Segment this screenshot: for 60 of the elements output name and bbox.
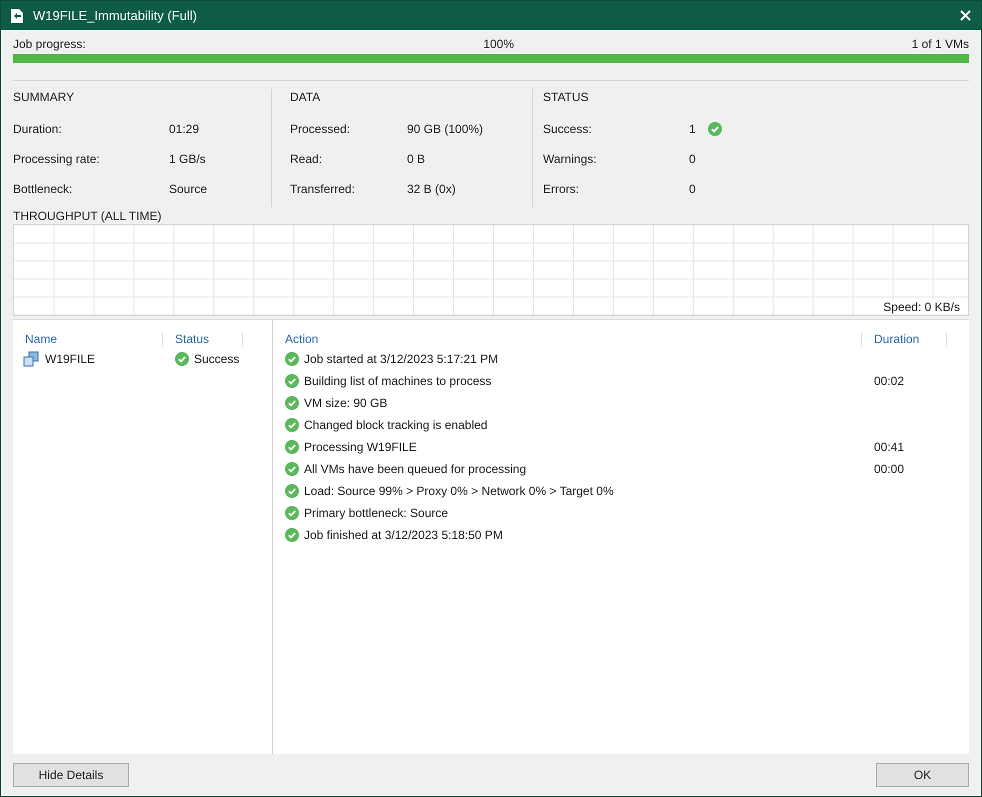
progress-label: Job progress: [13,37,86,51]
success-icon [285,396,299,410]
column-header[interactable]: Duration [862,332,947,346]
job-icon [9,8,25,24]
success-icon [285,528,299,542]
action-duration: 00:00 [874,462,904,476]
stat-label: Duration: [13,122,63,136]
success-icon [708,122,722,136]
action-text: Primary bottleneck: Source [304,506,448,520]
stat-label: Processed: [290,122,352,136]
stat-label: Bottleneck: [13,182,74,196]
stat-label: Read: [290,152,324,166]
action-text: All VMs have been queued for processing [304,462,526,476]
ok-button[interactable]: OK [876,763,969,787]
success-icon [285,418,299,432]
action-text: Job finished at 3/12/2023 5:18:50 PM [304,528,503,542]
success-icon [285,462,299,476]
stat-value: 90 GB (100%) [407,122,484,136]
vm-status: Success [194,352,240,366]
action-text: Job started at 3/12/2023 5:17:21 PM [304,352,498,366]
stat-value: Source [169,182,208,196]
success-icon [175,352,189,366]
action-text: Load: Source 99% > Proxy 0% > Network 0% > Target 0% [304,484,614,498]
stat-value: 01:29 [169,122,200,136]
stat-label: Success: [543,122,593,136]
progress-percent: 100% [483,37,514,51]
success-icon [285,440,299,454]
stat-value: 0 B [407,152,426,166]
progress-count: 1 of 1 VMs [912,37,969,51]
stat-label: Errors: [543,182,580,196]
stat-value: 0 [689,152,696,166]
vm-name[interactable]: W19FILE [45,352,96,366]
stat-value: 0 [689,182,696,196]
stat-label: Transferred: [290,182,356,196]
column-header[interactable]: Action [285,332,862,346]
stat-value: 32 B (0x) [407,182,456,196]
stat-value: 1 GB/s [169,152,206,166]
throughput-title: THROUGHPUT (ALL TIME) [13,209,162,224]
action-duration: 00:41 [874,440,904,454]
stat-value: 1 [689,122,696,136]
action-text: Building list of machines to process [304,374,492,388]
hide-details-button[interactable]: Hide Details [13,763,129,787]
speed-text: Speed: 0 KB/s [883,300,960,314]
action-text: VM size: 90 GB [304,396,388,410]
stat-label: Processing rate: [13,152,101,166]
action-text: Processing W19FILE [304,440,417,454]
success-icon [285,352,299,366]
section-title: SUMMARY [13,89,76,105]
column-header[interactable]: Status [163,332,243,346]
action-duration: 00:02 [874,374,904,388]
action-text: Changed block tracking is enabled [304,418,488,432]
section-title: DATA [290,89,322,105]
section-title: STATUS [543,89,590,105]
success-icon [285,506,299,520]
success-icon [285,484,299,498]
success-icon [285,374,299,388]
window-title: W19FILE_Immutability (Full) [33,8,198,23]
column-header[interactable]: Name [13,332,163,346]
stat-label: Warnings: [543,152,598,166]
vm-icon [23,351,39,367]
